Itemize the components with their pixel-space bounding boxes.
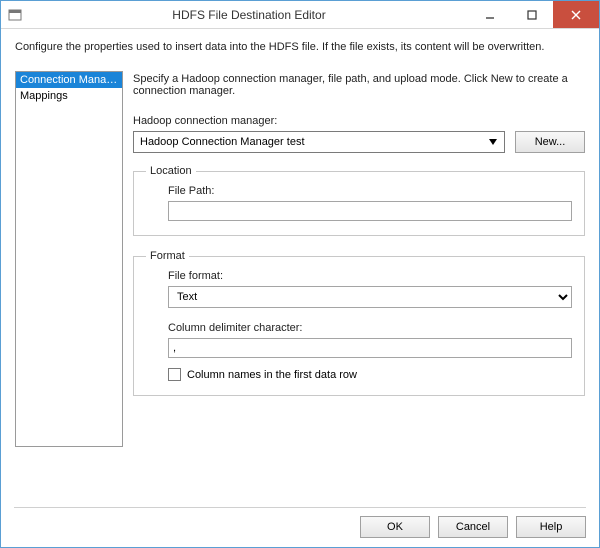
dropdown-icon <box>484 134 502 150</box>
side-nav: Connection Manager Mappings <box>15 71 123 447</box>
minimize-button[interactable] <box>469 1 511 28</box>
sidenav-item-mappings[interactable]: Mappings <box>16 88 122 104</box>
close-button[interactable] <box>553 1 599 28</box>
delimiter-input[interactable] <box>168 338 572 358</box>
new-button[interactable]: New... <box>515 131 585 153</box>
delimiter-label: Column delimiter character: <box>168 322 572 334</box>
format-group: Format File format: Text Column delimite… <box>133 250 585 396</box>
sidenav-item-connection-manager[interactable]: Connection Manager <box>16 72 122 88</box>
fileformat-label: File format: <box>168 270 572 282</box>
filepath-label: File Path: <box>168 185 572 197</box>
window-buttons <box>469 1 599 28</box>
firstrow-label: Column names in the first data row <box>187 369 357 381</box>
titlebar: HDFS File Destination Editor <box>1 1 599 29</box>
main-panel: Specify a Hadoop connection manager, fil… <box>133 71 585 447</box>
filepath-input[interactable] <box>168 201 572 221</box>
footer-separator <box>14 507 586 508</box>
format-legend: Format <box>146 250 189 262</box>
maximize-button[interactable] <box>511 1 553 28</box>
location-group: Location File Path: <box>133 165 585 236</box>
conn-combo[interactable]: Hadoop Connection Manager test <box>133 131 505 153</box>
cancel-button[interactable]: Cancel <box>438 516 508 538</box>
instruction-text: Specify a Hadoop connection manager, fil… <box>133 73 585 97</box>
conn-combo-value: Hadoop Connection Manager test <box>140 136 305 148</box>
app-icon <box>7 7 23 23</box>
page-description: Configure the properties used to insert … <box>15 41 585 53</box>
help-button[interactable]: Help <box>516 516 586 538</box>
conn-label: Hadoop connection manager: <box>133 115 585 127</box>
location-legend: Location <box>146 165 196 177</box>
ok-button[interactable]: OK <box>360 516 430 538</box>
footer-buttons: OK Cancel Help <box>360 516 586 538</box>
window-title: HDFS File Destination Editor <box>29 8 469 22</box>
firstrow-checkbox[interactable] <box>168 368 181 381</box>
fileformat-select[interactable]: Text <box>168 286 572 308</box>
